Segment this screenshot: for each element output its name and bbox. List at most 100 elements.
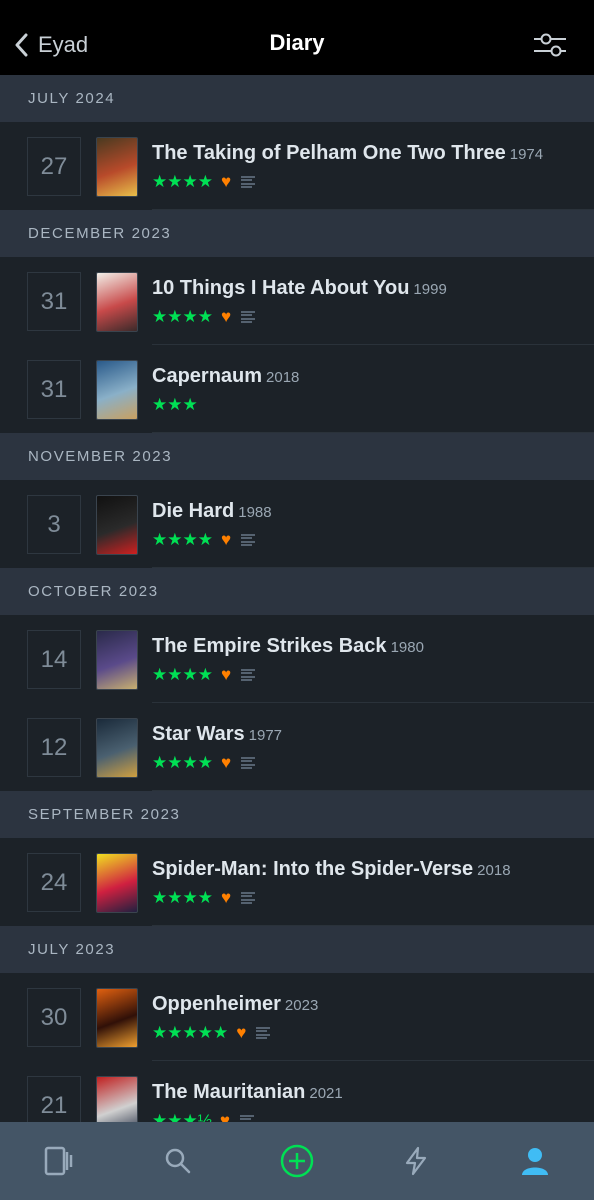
heart-icon: ♥ — [219, 1111, 230, 1122]
row-divider — [152, 567, 594, 568]
film-year: 2018 — [477, 862, 511, 879]
film-title-line[interactable]: The Mauritanian 2021 — [152, 1081, 343, 1104]
film-year: 1974 — [509, 146, 544, 163]
film-title-line[interactable]: Die Hard 1988 — [152, 500, 272, 523]
film-poster[interactable] — [96, 495, 138, 555]
film-year: 2021 — [309, 1085, 343, 1102]
row-divider — [152, 925, 594, 926]
film-title-line[interactable]: Capernaum 2018 — [152, 365, 299, 388]
review-lines-icon — [240, 1115, 254, 1122]
film-title: Capernaum — [152, 365, 263, 387]
film-year: 1999 — [413, 281, 447, 298]
film-title-line[interactable]: 10 Things I Hate About You 1999 — [152, 277, 447, 300]
review-lines-icon — [241, 176, 256, 188]
diary-entry[interactable]: 24 Spider-Man: Into the Spider-Verse 2018… — [0, 838, 594, 926]
diary-entry[interactable]: 27 The Taking of Pelham One Two Three 197… — [0, 122, 594, 210]
diary-entry[interactable]: 14 The Empire Strikes Back 1980 ★★★★ ♥ — [0, 615, 594, 703]
search-icon — [165, 1148, 191, 1174]
film-year: 2018 — [266, 369, 300, 386]
entry-day: 31 — [27, 360, 81, 419]
row-divider — [152, 432, 594, 433]
heart-icon: ♥ — [220, 530, 232, 549]
film-poster[interactable] — [96, 988, 138, 1048]
entry-meta: ★★★★ ♥ — [152, 530, 256, 550]
star-rating: ★★★★ — [152, 665, 213, 684]
film-poster[interactable] — [96, 630, 138, 690]
film-poster[interactable] — [96, 360, 138, 420]
entry-meta: ★★★★ ♥ — [152, 307, 256, 327]
film-poster[interactable] — [96, 1076, 138, 1122]
add-tab[interactable] — [267, 1136, 327, 1186]
film-title: Oppenheimer — [152, 993, 281, 1015]
entry-meta: ★★★★ ♥ — [152, 753, 256, 773]
heart-icon: ♥ — [236, 1023, 247, 1042]
entry-day: 27 — [27, 137, 81, 196]
film-title-line[interactable]: Star Wars 1977 — [152, 723, 282, 746]
star-rating: ★★★ — [152, 395, 198, 414]
film-title: The Empire Strikes Back — [152, 635, 387, 657]
film-title: Star Wars — [152, 723, 245, 745]
diary-entry[interactable]: 21 The Mauritanian 2021 ★★★½ ♥ — [0, 1061, 594, 1122]
heart-icon: ♥ — [220, 888, 232, 907]
entry-day: 14 — [27, 630, 81, 689]
diary-list: JULY 2024 27 The Taking of Pelham One Tw… — [0, 75, 594, 1122]
entry-meta: ★★★★★ ♥ — [152, 1023, 271, 1043]
diary-entry[interactable]: 3 Die Hard 1988 ★★★★ ♥ — [0, 480, 594, 568]
profile-icon — [521, 1148, 548, 1175]
profile-tab[interactable] — [505, 1136, 565, 1186]
row-divider — [152, 209, 594, 210]
review-lines-icon — [241, 892, 256, 904]
film-title-line[interactable]: The Taking of Pelham One Two Three 1974 — [152, 142, 543, 165]
diary-entry[interactable]: 31 Capernaum 2018 ★★★ — [0, 345, 594, 433]
film-poster[interactable] — [96, 853, 138, 913]
film-title: The Mauritanian — [152, 1081, 306, 1103]
review-lines-icon — [241, 534, 256, 546]
film-title: Die Hard — [152, 500, 235, 522]
star-rating: ★★★★ — [152, 172, 213, 191]
film-title: Spider-Man: Into the Spider-Verse — [152, 858, 474, 880]
review-lines-icon — [256, 1027, 271, 1039]
heart-icon: ♥ — [220, 172, 232, 191]
entry-meta: ★★★★ ♥ — [152, 888, 256, 908]
film-year: 1988 — [238, 504, 272, 521]
entry-day: 31 — [27, 272, 81, 331]
films-tab[interactable] — [29, 1136, 89, 1186]
films-icon — [45, 1146, 73, 1176]
film-poster[interactable] — [96, 718, 138, 778]
film-poster[interactable] — [96, 272, 138, 332]
month-header: JULY 2023 — [0, 926, 594, 973]
heart-icon: ♥ — [220, 307, 232, 326]
film-title-line[interactable]: Oppenheimer 2023 — [152, 993, 318, 1016]
review-lines-icon — [241, 669, 256, 681]
filter-sliders-icon[interactable] — [532, 30, 568, 60]
star-rating: ★★★★ — [152, 530, 213, 549]
film-year: 1977 — [248, 727, 283, 744]
month-header: NOVEMBER 2023 — [0, 433, 594, 480]
page-title: Diary — [269, 30, 325, 55]
month-header: OCTOBER 2023 — [0, 568, 594, 615]
entry-day: 3 — [27, 495, 81, 554]
top-bar: Eyad Diary — [0, 0, 594, 75]
film-year: 1980 — [390, 639, 424, 656]
film-poster[interactable] — [96, 137, 138, 197]
diary-entry[interactable]: 31 10 Things I Hate About You 1999 ★★★★ ♥ — [0, 257, 594, 345]
review-lines-icon — [241, 311, 256, 323]
star-rating: ★★★★ — [152, 888, 213, 907]
film-title-line[interactable]: Spider-Man: Into the Spider-Verse 2018 — [152, 858, 511, 881]
month-header: SEPTEMBER 2023 — [0, 791, 594, 838]
activity-tab[interactable] — [386, 1136, 446, 1186]
month-header: DECEMBER 2023 — [0, 210, 594, 257]
star-rating: ★★★★★ — [152, 1023, 229, 1042]
search-tab[interactable] — [148, 1136, 208, 1186]
diary-entry[interactable]: 30 Oppenheimer 2023 ★★★★★ ♥ — [0, 973, 594, 1061]
diary-entry[interactable]: 12 Star Wars 1977 ★★★★ ♥ — [0, 703, 594, 791]
film-title-line[interactable]: The Empire Strikes Back 1980 — [152, 635, 424, 658]
review-lines-icon — [241, 757, 256, 769]
film-title: 10 Things I Hate About You — [152, 277, 410, 299]
row-divider — [152, 790, 594, 791]
heart-icon: ♥ — [220, 753, 232, 772]
heart-icon: ♥ — [220, 665, 232, 684]
entry-meta: ★★★★ ♥ — [152, 665, 256, 685]
film-year: 2023 — [284, 997, 319, 1014]
entry-meta: ★★★ — [152, 395, 198, 415]
